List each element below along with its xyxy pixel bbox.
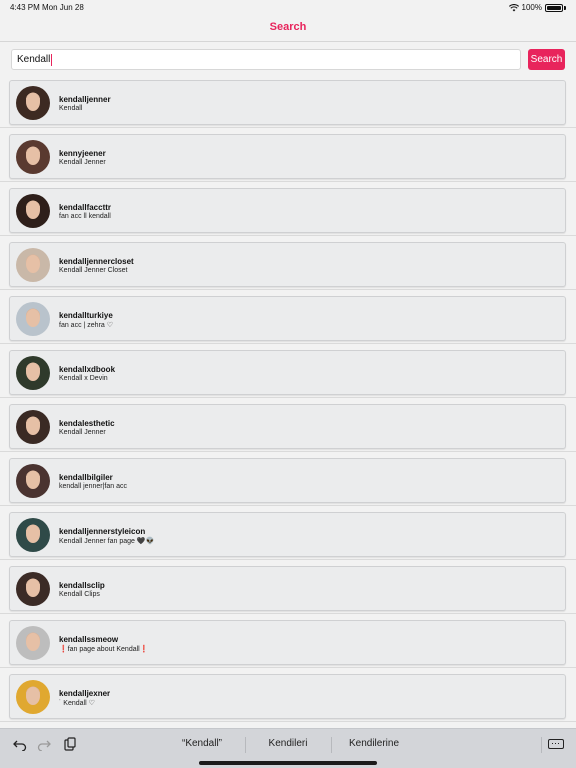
wifi-icon	[508, 3, 519, 11]
result-fullname: Kendall Jenner Closet	[59, 267, 128, 274]
result-fullname: fan acc | zehra ♡	[59, 322, 114, 329]
result-card[interactable]: kendalljennerstyleicon Kendall Jenner fan…	[9, 512, 566, 557]
result-card[interactable]: kendallfaccttr fan acc ll kendall	[9, 188, 566, 233]
avatar-face	[26, 417, 40, 435]
keyboard-shortcut-bar: “Kendall” Kendileri Kendilerine	[0, 728, 576, 768]
result-username: kendallsclip	[59, 581, 105, 590]
result-fullname: ˙ Kendall ♡	[59, 700, 95, 707]
avatar	[16, 518, 50, 552]
result-card[interactable]: kendallxdbook Kendall x Devin	[9, 350, 566, 395]
results-list: kendalljenner Kendall kennyjeener Kendall J…	[0, 74, 576, 728]
suggestion-1[interactable]: “Kendall”	[157, 738, 247, 749]
redo-icon[interactable]	[37, 737, 51, 751]
list-item[interactable]: kendalljennercloset Kendall Jenner Closet	[0, 236, 576, 290]
avatar-face	[26, 579, 40, 597]
battery-percent: 100%	[521, 3, 542, 12]
keyboard-divider	[541, 737, 542, 753]
avatar-face	[26, 255, 40, 273]
result-username: kendallfaccttr	[59, 203, 112, 212]
status-date: Mon Jun 28	[42, 3, 84, 12]
result-fullname: Kendall Jenner	[59, 429, 106, 436]
result-username: kennyjeener	[59, 149, 106, 158]
result-username: kendallturkiye	[59, 311, 113, 320]
list-item[interactable]: kendalesthetic Kendall Jenner	[0, 398, 576, 452]
avatar	[16, 680, 50, 714]
page-title: Search	[269, 21, 307, 33]
result-card[interactable]: kendalljexner ˙ Kendall ♡	[9, 674, 566, 719]
result-card[interactable]: kendalesthetic Kendall Jenner	[9, 404, 566, 449]
status-bar: 4:43 PM Mon Jun 28 100%	[0, 0, 576, 16]
avatar	[16, 356, 50, 390]
status-time: 4:43 PM	[10, 3, 40, 12]
undo-icon[interactable]	[13, 737, 27, 751]
list-item[interactable]: kendallssmeow ❗️fan page about Kendall❗️	[0, 614, 576, 668]
avatar	[16, 86, 50, 120]
result-username: kendallxdbook	[59, 365, 116, 374]
list-item[interactable]: kendallsclip Kendall Clips	[0, 560, 576, 614]
list-item[interactable]: kendalljexner ˙ Kendall ♡	[0, 668, 576, 722]
avatar	[16, 464, 50, 498]
result-fullname: Kendall Jenner fan page 🖤👽	[59, 538, 155, 545]
paste-icon[interactable]	[63, 737, 77, 751]
result-card[interactable]: kendallturkiye fan acc | zehra ♡	[9, 296, 566, 341]
result-username: kendallssmeow	[59, 635, 119, 644]
avatar-face	[26, 363, 40, 381]
status-right: 100%	[508, 3, 566, 12]
avatar	[16, 140, 50, 174]
list-item[interactable]: kennyjeener Kendall Jenner	[0, 128, 576, 182]
battery-icon	[545, 3, 563, 12]
search-button[interactable]: Search	[528, 49, 565, 70]
result-fullname: Kendall Jenner	[59, 159, 106, 166]
avatar	[16, 410, 50, 444]
list-item[interactable]: kendallturkiye fan acc | zehra ♡	[0, 290, 576, 344]
result-fullname: ❗️fan page about Kendall❗️	[59, 646, 149, 653]
battery-tip	[564, 5, 566, 10]
avatar	[16, 248, 50, 282]
result-fullname: fan acc ll kendall	[59, 213, 111, 220]
result-fullname: Kendall Clips	[59, 591, 100, 598]
result-card[interactable]: kendallsclip Kendall Clips	[9, 566, 566, 611]
list-item[interactable]: kendallxdbook Kendall x Devin	[0, 344, 576, 398]
result-card[interactable]: kennyjeener Kendall Jenner	[9, 134, 566, 179]
list-item[interactable]: kendallbilgiler kendall jenner|fan acc	[0, 452, 576, 506]
text-caret	[51, 53, 53, 66]
result-card[interactable]: kendalljennercloset Kendall Jenner Closet	[9, 242, 566, 287]
avatar-face	[26, 525, 40, 543]
avatar	[16, 302, 50, 336]
avatar-face	[26, 687, 40, 705]
list-item[interactable]: kendallfaccttr fan acc ll kendall	[0, 182, 576, 236]
avatar-face	[26, 471, 40, 489]
list-item[interactable]: kendalljenner Kendall	[0, 74, 576, 128]
avatar	[16, 626, 50, 660]
search-input[interactable]: Kendall	[11, 49, 521, 70]
avatar-face	[26, 633, 40, 651]
result-username: kendalljennercloset	[59, 257, 134, 266]
result-username: kendalljenner	[59, 95, 111, 104]
result-card[interactable]: kendallssmeow ❗️fan page about Kendall❗️	[9, 620, 566, 665]
result-card[interactable]: kendalljenner Kendall	[9, 80, 566, 125]
result-username: kendalljennerstyleicon	[59, 527, 146, 536]
avatar	[16, 572, 50, 606]
result-fullname: Kendall	[59, 105, 83, 112]
avatar-face	[26, 93, 40, 111]
search-query: Kendall	[17, 54, 51, 65]
avatar-face	[26, 201, 40, 219]
suggestion-3[interactable]: Kendilerine	[329, 738, 419, 749]
result-fullname: Kendall x Devin	[59, 375, 108, 382]
header-divider	[0, 41, 576, 42]
avatar-face	[26, 147, 40, 165]
home-indicator	[199, 761, 377, 765]
avatar	[16, 194, 50, 228]
result-username: kendallbilgiler	[59, 473, 113, 482]
list-item[interactable]: kendalljennerstyleicon Kendall Jenner fan…	[0, 506, 576, 560]
result-card[interactable]: kendallbilgiler kendall jenner|fan acc	[9, 458, 566, 503]
result-fullname: kendall jenner|fan acc	[59, 483, 127, 490]
result-username: kendalesthetic	[59, 419, 115, 428]
keyboard-icon[interactable]	[548, 739, 564, 749]
result-username: kendalljexner	[59, 689, 111, 698]
suggestion-2[interactable]: Kendileri	[243, 738, 333, 749]
avatar-face	[26, 309, 40, 327]
